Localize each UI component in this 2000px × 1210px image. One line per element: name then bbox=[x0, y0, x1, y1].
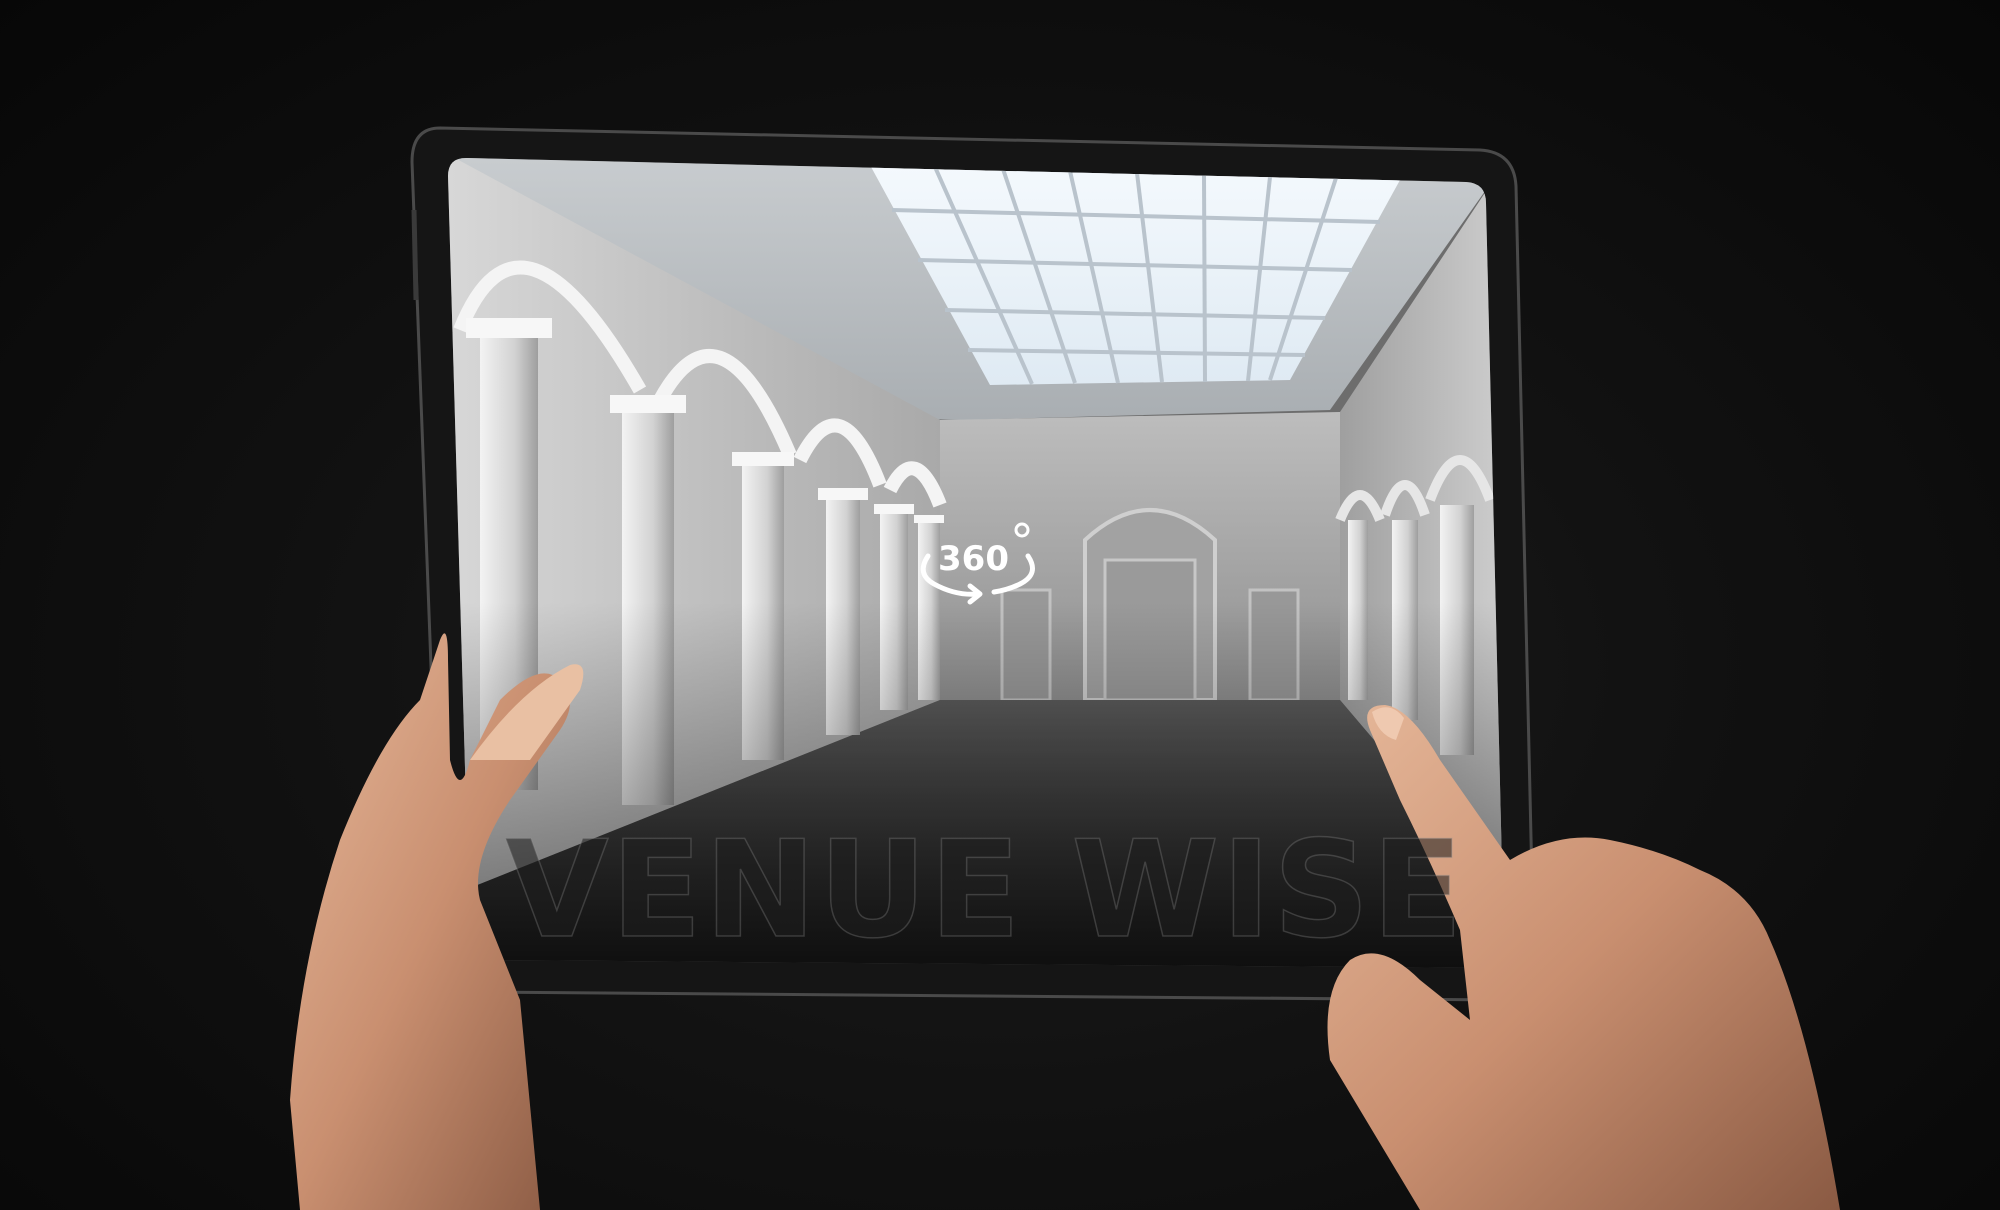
mockup-scene: 360 VENUE WISE bbox=[0, 0, 2000, 1210]
viewer-badge-label: 360 bbox=[938, 539, 1009, 579]
rotate-360-icon[interactable]: 360 bbox=[916, 518, 1040, 614]
brand-watermark: VENUE WISE bbox=[504, 812, 1466, 968]
